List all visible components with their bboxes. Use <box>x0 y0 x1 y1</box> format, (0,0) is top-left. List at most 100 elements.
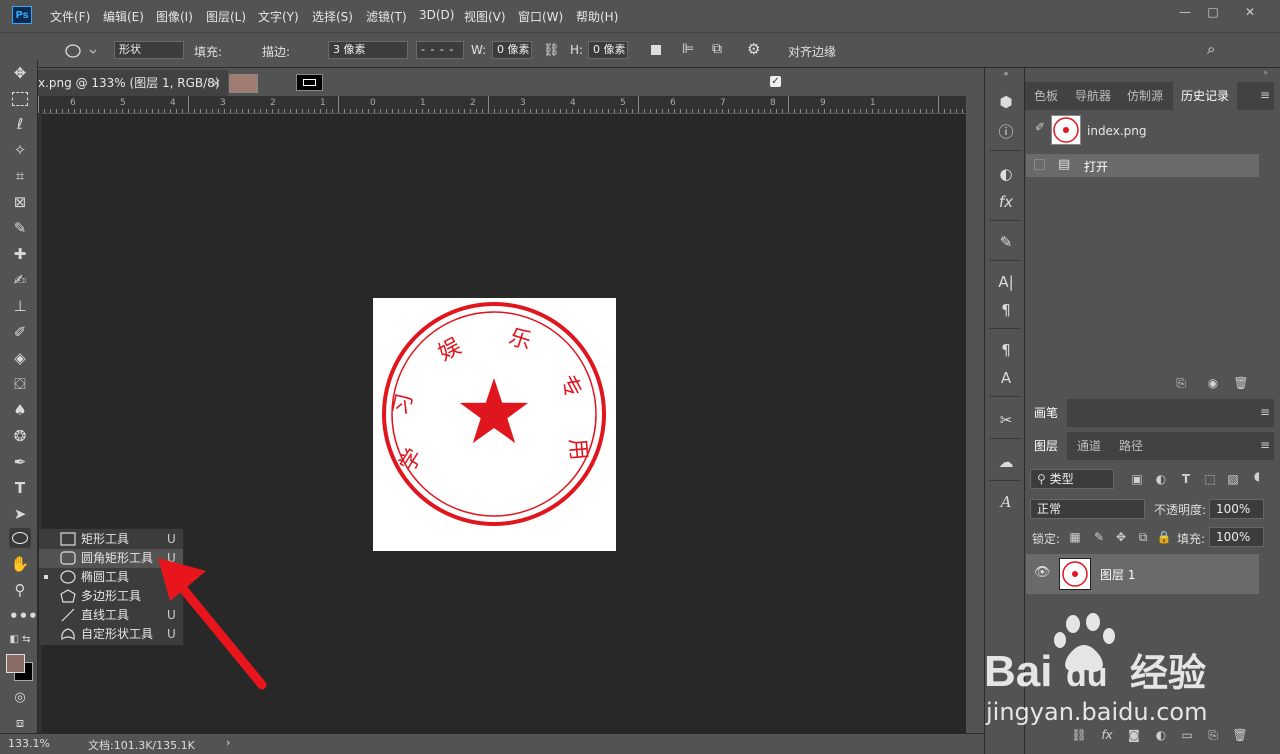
delete-layer-icon[interactable]: 🗑 <box>1232 728 1248 742</box>
default-colors-icon[interactable]: ◧ ⇆ <box>9 630 31 650</box>
character-icon[interactable]: A| <box>995 272 1017 292</box>
healing-brush-tool-icon[interactable]: ✚ <box>9 244 31 264</box>
adjustment-filter-icon[interactable]: ◐ <box>1153 472 1169 486</box>
menu-layer[interactable]: 图层(L) <box>206 8 246 25</box>
ellipse-tool-icon[interactable] <box>9 528 31 548</box>
paint-bucket-tool-icon[interactable]: ⛋ <box>9 374 31 394</box>
layer-row[interactable]: 👁 图层 1 <box>1026 554 1259 594</box>
close-window-button[interactable]: ✕ <box>1239 4 1261 20</box>
search-icon[interactable]: ⌕ <box>1207 40 1215 58</box>
lock-pixels-icon[interactable]: ✎ <box>1091 530 1107 544</box>
brush-settings-icon[interactable]: ✎ <box>995 232 1017 252</box>
move-tool-icon[interactable]: ✥ <box>9 63 31 83</box>
shape-filter-icon[interactable]: ⬚ <box>1202 472 1218 486</box>
status-menu-icon[interactable]: › <box>226 736 230 749</box>
height-field[interactable]: 0 像素 <box>588 41 628 59</box>
layer-style-icon[interactable]: fx <box>1099 728 1115 742</box>
menu-help[interactable]: 帮助(H) <box>576 8 618 25</box>
align-edges-checkbox[interactable]: ✓ <box>770 76 781 87</box>
lock-position-icon[interactable]: ✥ <box>1113 530 1129 544</box>
brush-tool-icon[interactable]: ✍ <box>9 270 31 290</box>
path-arrangement-icon[interactable]: ⧉ <box>712 41 722 57</box>
new-group-icon[interactable]: ▭ <box>1179 728 1195 742</box>
snapshot-name[interactable]: index.png <box>1087 124 1146 138</box>
tab-history[interactable]: 历史记录 <box>1173 82 1237 110</box>
close-tab-icon[interactable]: × <box>211 76 221 90</box>
info-icon[interactable]: ⓘ <box>995 122 1017 142</box>
document-tab[interactable]: x.png @ 133% (图层 1, RGB/8) <box>38 70 228 96</box>
character-styles-icon[interactable]: A <box>995 368 1017 388</box>
add-mask-icon[interactable]: ◙ <box>1126 728 1142 742</box>
layer-filter-select[interactable]: ⚲ 类型 <box>1030 469 1114 489</box>
tab-paths[interactable]: 路径 <box>1111 432 1151 460</box>
history-step-checkbox[interactable] <box>1034 159 1045 170</box>
crop-tool-icon[interactable]: ⌗ <box>9 166 31 186</box>
menu-filter[interactable]: 滤镜(T) <box>366 8 407 25</box>
collapse-panels-icon[interactable]: « <box>995 68 1017 80</box>
eye-icon[interactable]: 👁 <box>1034 565 1051 580</box>
menu-image[interactable]: 图像(I) <box>156 8 193 25</box>
minimize-button[interactable]: — <box>1174 4 1196 20</box>
clone-stamp-tool-icon[interactable]: ⊥ <box>9 296 31 316</box>
tab-clone-source[interactable]: 仿制源 <box>1119 82 1171 110</box>
libraries-icon[interactable]: ☁ <box>995 452 1017 472</box>
zoom-tool-icon[interactable]: ⚲ <box>9 580 31 600</box>
history-brush-tool-icon[interactable]: ✐ <box>9 322 31 342</box>
history-step[interactable]: ▤ 打开 <box>1026 154 1259 177</box>
eyedropper-tool-icon[interactable]: ✎ <box>9 218 31 238</box>
zoom-level[interactable]: 133.1% <box>8 737 50 750</box>
opacity-field[interactable]: 100% <box>1209 499 1264 519</box>
type-tool-icon[interactable]: T <box>9 478 31 498</box>
new-document-from-state-icon[interactable]: ⎘ <box>1173 376 1189 391</box>
marquee-tool-icon[interactable] <box>9 89 31 109</box>
tab-channels[interactable]: 通道 <box>1069 432 1109 460</box>
glyphs-icon[interactable]: A <box>995 492 1017 512</box>
lock-artboard-icon[interactable]: ⧉ <box>1135 530 1151 545</box>
panel-menu-icon[interactable]: ≡ <box>1260 405 1270 419</box>
tool-presets-icon[interactable]: ✂ <box>995 410 1017 430</box>
styles-icon[interactable]: fx <box>995 192 1017 212</box>
adjustments-icon[interactable]: ◐ <box>995 164 1017 184</box>
history-brush-source-icon[interactable]: ✐ <box>1035 120 1045 134</box>
menu-view[interactable]: 视图(V) <box>464 8 506 25</box>
hand-tool-icon[interactable]: ✋ <box>9 554 31 574</box>
more-tools-icon[interactable]: ••• <box>9 606 38 626</box>
tab-layers[interactable]: 图层 <box>1025 432 1067 460</box>
dodge-tool-icon[interactable]: ❂ <box>9 426 31 446</box>
pixel-filter-icon[interactable]: ▣ <box>1129 472 1145 486</box>
tab-navigator[interactable]: 导航器 <box>1067 82 1119 110</box>
document-image[interactable]: 学 习 娱 乐 专 用 <box>373 298 616 551</box>
lasso-tool-icon[interactable]: ℓ <box>9 114 31 134</box>
blur-tool-icon[interactable]: ♠ <box>9 400 31 420</box>
panel-menu-icon[interactable]: ≡ <box>1260 438 1270 452</box>
shape-mode-select[interactable]: 形状 <box>114 41 184 59</box>
fill-field[interactable]: 100% <box>1209 527 1264 547</box>
tool-preset-picker[interactable] <box>64 43 98 59</box>
tab-swatches[interactable]: 色板 <box>1025 82 1067 110</box>
stroke-type-select[interactable]: - - - - <box>416 41 464 59</box>
fill-swatch[interactable] <box>229 74 258 93</box>
menu-type[interactable]: 文字(Y) <box>258 8 299 25</box>
screen-mode-icon[interactable]: ⧈ <box>9 714 31 734</box>
pen-tool-icon[interactable]: ✒ <box>9 452 31 472</box>
maximize-button[interactable]: □ <box>1202 4 1224 20</box>
link-icon[interactable]: ⛓ <box>543 43 560 58</box>
paragraph-icon[interactable]: ¶ <box>995 300 1017 320</box>
menu-select[interactable]: 选择(S) <box>312 8 353 25</box>
camera-icon[interactable]: ◉ <box>1205 376 1221 390</box>
menu-edit[interactable]: 编辑(E) <box>103 8 144 25</box>
new-layer-icon[interactable]: ⎘ <box>1205 728 1221 743</box>
gear-icon[interactable]: ⚙ <box>747 40 760 58</box>
eraser-tool-icon[interactable]: ◈ <box>9 348 31 368</box>
smart-object-filter-icon[interactable]: ▧ <box>1225 472 1241 486</box>
foreground-color-swatch[interactable] <box>6 654 25 673</box>
panel-menu-icon[interactable]: ≡ <box>1260 88 1270 102</box>
type-filter-icon[interactable]: T <box>1178 472 1194 486</box>
menu-window[interactable]: 窗口(W) <box>518 8 563 25</box>
filter-toggle-icon[interactable]: ◖ <box>1249 469 1265 483</box>
lock-all-icon[interactable]: 🔒 <box>1156 530 1172 544</box>
new-adjustment-icon[interactable]: ◐ <box>1153 728 1169 742</box>
lock-transparency-icon[interactable]: ▦ <box>1067 530 1083 544</box>
3d-panel-icon[interactable]: ⬢ <box>995 92 1017 112</box>
tab-brushes[interactable]: 画笔 <box>1025 399 1067 427</box>
